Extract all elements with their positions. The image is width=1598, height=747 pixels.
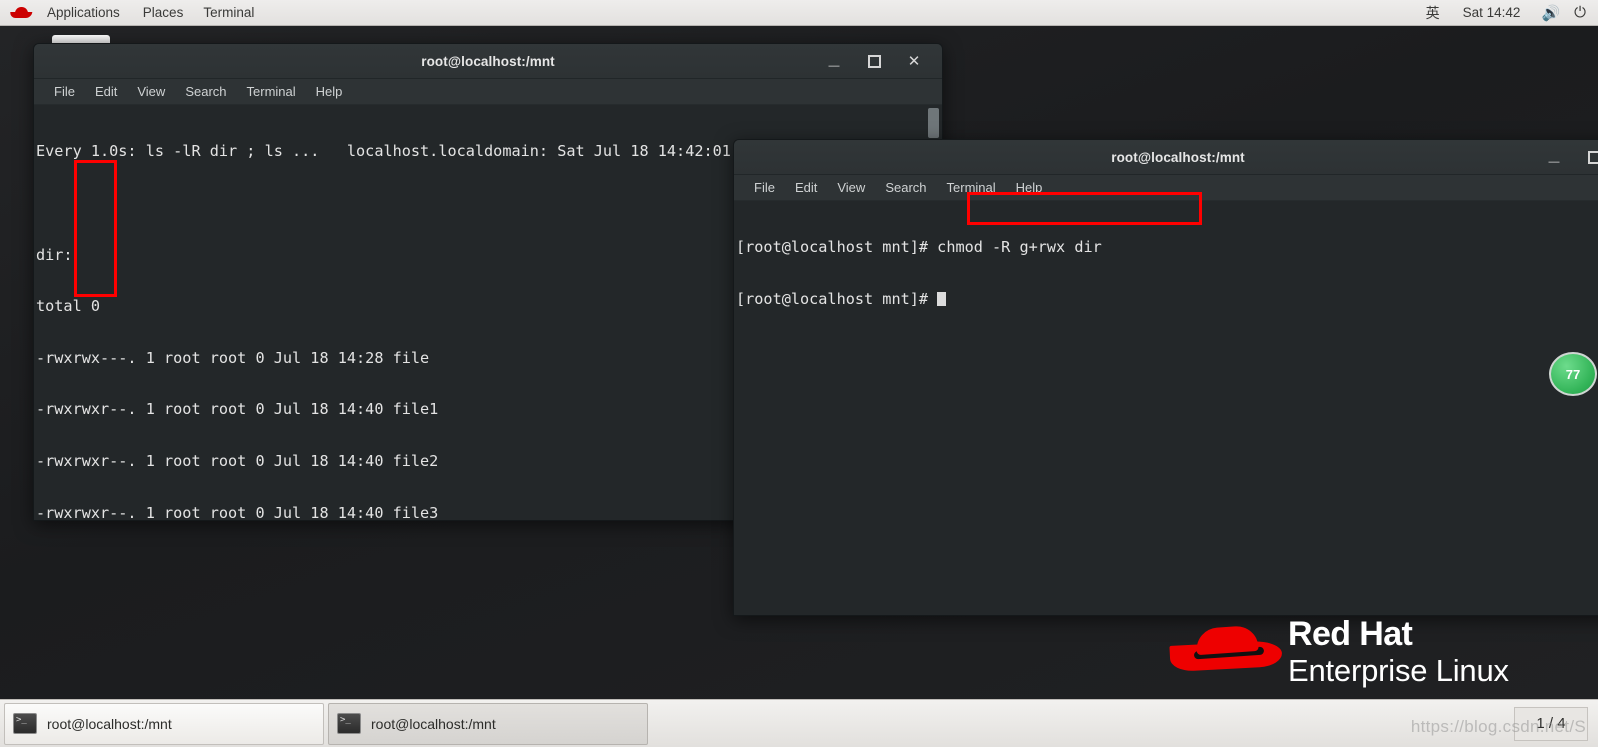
window1-scrollbar-thumb[interactable] bbox=[928, 108, 939, 138]
terminal-icon bbox=[13, 713, 37, 734]
window1-maximize-button[interactable] bbox=[854, 44, 894, 79]
window1-minimize-button[interactable] bbox=[814, 44, 854, 79]
clock[interactable]: Sat 14:42 bbox=[1450, 0, 1534, 26]
terminal-window-2[interactable]: root@localhost:/mnt File Edit View Searc… bbox=[733, 139, 1598, 616]
window2-menubar: File Edit View Search Terminal Help bbox=[734, 175, 1598, 201]
window2-menu-search[interactable]: Search bbox=[875, 175, 936, 201]
window1-close-button[interactable] bbox=[894, 44, 934, 79]
window2-menu-help[interactable]: Help bbox=[1006, 175, 1053, 201]
top-panel: Applications Places Terminal 英 Sat 14:42… bbox=[0, 0, 1598, 26]
panel-menu-applications[interactable]: Applications bbox=[34, 0, 133, 26]
shell-command: chmod -R g+rwx dir bbox=[937, 238, 1102, 257]
shell-prompt: [root@localhost mnt]# bbox=[736, 238, 938, 257]
taskbar-item-label: root@localhost:/mnt bbox=[47, 715, 172, 732]
notification-badge[interactable]: 77 bbox=[1549, 352, 1597, 396]
terminal-prompt-line: [root@localhost mnt]# chmod -R g+rwx dir bbox=[736, 239, 1598, 256]
redhat-logo-icon[interactable] bbox=[9, 6, 33, 20]
window2-menu-view[interactable]: View bbox=[827, 175, 875, 201]
desktop-screen: Applications Places Terminal 英 Sat 14:42… bbox=[0, 0, 1598, 747]
brand-line-2: Enterprise Linux bbox=[1288, 652, 1509, 688]
shell-prompt: [root@localhost mnt]# bbox=[736, 290, 938, 308]
terminal-icon bbox=[337, 713, 361, 734]
window2-terminal-output[interactable]: [root@localhost mnt]# chmod -R g+rwx dir… bbox=[734, 201, 1598, 615]
redhat-enterprise-linux-logo: Red Hat Enterprise Linux bbox=[1168, 612, 1568, 690]
window1-menubar: File Edit View Search Terminal Help bbox=[34, 79, 942, 105]
window1-menu-terminal[interactable]: Terminal bbox=[237, 79, 306, 105]
panel-status-area: 英 Sat 14:42 🔊 ⏻ bbox=[1416, 0, 1598, 26]
text-cursor bbox=[937, 292, 947, 306]
window1-controls bbox=[814, 44, 934, 79]
panel-menu-terminal[interactable]: Terminal bbox=[193, 0, 264, 26]
window2-menu-terminal[interactable]: Terminal bbox=[937, 175, 1006, 201]
window2-controls bbox=[1534, 140, 1598, 175]
window2-menu-edit[interactable]: Edit bbox=[785, 175, 827, 201]
window1-title: root@localhost:/mnt bbox=[421, 53, 555, 69]
window2-titlebar[interactable]: root@localhost:/mnt bbox=[734, 140, 1598, 175]
redhat-logo-text: Red Hat Enterprise Linux bbox=[1286, 617, 1509, 686]
taskbar-item-terminal-1[interactable]: root@localhost:/mnt bbox=[4, 702, 324, 745]
volume-icon[interactable]: 🔊 bbox=[1533, 4, 1568, 22]
window1-menu-edit[interactable]: Edit bbox=[85, 79, 127, 105]
window2-minimize-button[interactable] bbox=[1534, 140, 1574, 175]
window1-menu-view[interactable]: View bbox=[127, 79, 175, 105]
taskbar-item-terminal-2[interactable]: root@localhost:/mnt bbox=[328, 702, 648, 745]
window2-maximize-button[interactable] bbox=[1574, 140, 1598, 175]
panel-menu-places[interactable]: Places bbox=[133, 0, 194, 26]
redhat-hat-icon bbox=[1168, 623, 1286, 679]
window1-menu-search[interactable]: Search bbox=[175, 79, 236, 105]
taskbar: root@localhost:/mnt root@localhost:/mnt … bbox=[0, 699, 1598, 747]
window1-titlebar[interactable]: root@localhost:/mnt bbox=[34, 44, 942, 79]
window2-title: root@localhost:/mnt bbox=[1111, 149, 1245, 165]
brand-line-1: Red Hat bbox=[1288, 614, 1413, 653]
terminal-prompt-line: [root@localhost mnt]# bbox=[736, 290, 1598, 308]
window2-menu-file[interactable]: File bbox=[744, 175, 785, 201]
taskbar-item-label: root@localhost:/mnt bbox=[371, 715, 496, 732]
window1-menu-file[interactable]: File bbox=[44, 79, 85, 105]
power-icon[interactable]: ⏻ bbox=[1568, 4, 1598, 21]
window1-menu-help[interactable]: Help bbox=[306, 79, 353, 105]
input-method-indicator[interactable]: 英 bbox=[1416, 3, 1450, 23]
workspace-switcher[interactable]: 1 / 4 bbox=[1514, 706, 1588, 741]
